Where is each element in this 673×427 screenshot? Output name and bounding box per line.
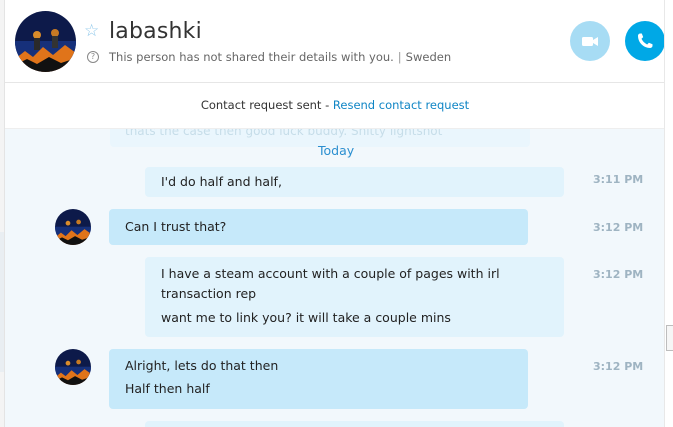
message-text: want me to link you? it will take a coup… — [161, 310, 451, 325]
chat-history[interactable]: thats the case then good luck buddy. Shi… — [5, 129, 665, 427]
info-icon: ? — [87, 51, 99, 63]
message-bubble[interactable]: I'd do half and half, — [145, 167, 564, 197]
message-time: 3:12 PM — [593, 221, 644, 234]
contact-status-line: This person has not shared their details… — [109, 50, 451, 64]
message-time: 3:12 PM — [593, 360, 644, 373]
sender-avatar[interactable] — [55, 349, 91, 385]
message-bubble[interactable]: Can I trust that? — [109, 209, 528, 245]
message-bubble[interactable]: Alright, lets do that then Half then hal… — [109, 349, 528, 409]
phone-icon — [638, 33, 653, 48]
previous-message-text: thats the case then good luck buddy. Shi… — [125, 129, 443, 138]
scrollbar-thumb[interactable] — [666, 325, 673, 351]
message-bubble[interactable]: I have a steam account with a couple of … — [145, 257, 564, 337]
details-notice: This person has not shared their details… — [109, 50, 394, 64]
contact-location: Sweden — [405, 50, 452, 64]
status-separator: | — [397, 50, 402, 64]
message-text: I have a steam account with a couple of … — [161, 266, 500, 281]
day-divider: Today — [318, 143, 355, 158]
conversation-header: ☆ labashki ? This person has not shared … — [5, 0, 665, 83]
video-call-icon — [582, 37, 598, 46]
star-icon[interactable]: ☆ — [84, 23, 99, 40]
contact-avatar[interactable] — [15, 11, 76, 72]
resend-contact-request-link[interactable]: Resend contact request — [333, 98, 469, 112]
message-text: transaction rep — [161, 286, 257, 301]
sender-avatar[interactable] — [55, 209, 91, 245]
audio-call-button[interactable] — [625, 21, 665, 61]
message-bubble[interactable] — [145, 421, 564, 427]
message-time: 3:12 PM — [593, 268, 644, 281]
contact-request-status: Contact request sent - — [200, 98, 333, 112]
message-text: Half then half — [125, 381, 210, 396]
left-edge-mark — [0, 232, 4, 372]
contact-name: labashki — [109, 19, 202, 44]
message-text: Alright, lets do that then — [125, 358, 279, 373]
scrollbar[interactable] — [664, 0, 673, 427]
contact-request-bar: Contact request sent - Resend contact re… — [5, 83, 665, 129]
video-call-button[interactable] — [570, 21, 610, 61]
message-text: Can I trust that? — [125, 219, 227, 234]
message-time: 3:11 PM — [593, 173, 644, 186]
message-text: I'd do half and half, — [161, 174, 282, 189]
